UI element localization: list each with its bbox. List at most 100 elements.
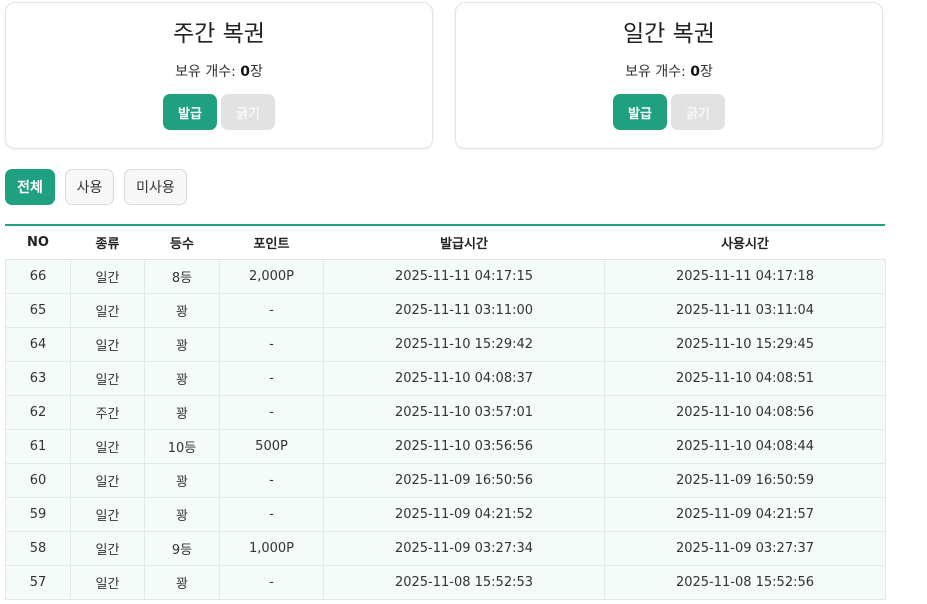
cell-rank: 꽝 <box>144 327 220 362</box>
cell-used-time: 2025-11-10 04:08:56 <box>604 395 886 430</box>
weekly-lottery-card: 주간 복권 보유 개수: 0장 발급 긁기 <box>5 2 433 149</box>
header-issued-time: 발급시간 <box>323 226 605 260</box>
table-row: 63 일간 꽝 - 2025-11-10 04:08:37 2025-11-10… <box>5 361 886 396</box>
cell-type: 일간 <box>70 565 145 600</box>
table-row: 66 일간 8등 2,000P 2025-11-11 04:17:15 2025… <box>5 259 886 294</box>
cell-no: 61 <box>5 429 71 464</box>
cell-type: 일간 <box>70 463 145 498</box>
cell-points: 1,000P <box>219 531 324 566</box>
cell-no: 62 <box>5 395 71 430</box>
table-row: 57 일간 꽝 - 2025-11-08 15:52:53 2025-11-08… <box>5 565 886 600</box>
daily-count-unit: 장 <box>700 64 713 80</box>
daily-count-value: 0 <box>690 64 700 80</box>
cell-points: 2,000P <box>219 259 324 294</box>
header-type: 종류 <box>70 226 145 260</box>
weekly-count-value: 0 <box>240 64 250 80</box>
cell-no: 58 <box>5 531 71 566</box>
daily-count: 보유 개수: 0장 <box>456 62 882 82</box>
cell-issued-time: 2025-11-08 15:52:53 <box>323 565 605 600</box>
cell-rank: 꽝 <box>144 361 220 396</box>
cell-rank: 꽝 <box>144 293 220 328</box>
table-row: 65 일간 꽝 - 2025-11-11 03:11:00 2025-11-11… <box>5 293 886 328</box>
daily-card-actions: 발급 긁기 <box>456 94 882 130</box>
cell-issued-time: 2025-11-09 03:27:34 <box>323 531 605 566</box>
cell-type: 일간 <box>70 361 145 396</box>
cell-points: - <box>219 395 324 430</box>
cell-used-time: 2025-11-10 04:08:44 <box>604 429 886 464</box>
cell-rank: 꽝 <box>144 565 220 600</box>
cell-type: 일간 <box>70 429 145 464</box>
daily-card-title: 일간 복권 <box>623 21 715 47</box>
cell-no: 60 <box>5 463 71 498</box>
weekly-issue-button[interactable]: 발급 <box>163 94 217 130</box>
cell-rank: 9등 <box>144 531 220 566</box>
cell-used-time: 2025-11-09 03:27:37 <box>604 531 886 566</box>
table-header-row: NO 종류 등수 포인트 발급시간 사용시간 <box>5 226 886 260</box>
weekly-count-unit: 장 <box>250 64 263 80</box>
cell-used-time: 2025-11-11 04:17:18 <box>604 259 886 294</box>
cell-rank: 10등 <box>144 429 220 464</box>
cell-issued-time: 2025-11-09 16:50:56 <box>323 463 605 498</box>
daily-scratch-button[interactable]: 긁기 <box>671 94 725 130</box>
filter-all-button[interactable]: 전체 <box>5 169 55 205</box>
cell-points: - <box>219 293 324 328</box>
daily-issue-button[interactable]: 발급 <box>613 94 667 130</box>
cell-rank: 꽝 <box>144 463 220 498</box>
cell-issued-time: 2025-11-10 03:57:01 <box>323 395 605 430</box>
header-rank: 등수 <box>144 226 220 260</box>
cell-points: - <box>219 497 324 532</box>
weekly-scratch-button[interactable]: 긁기 <box>221 94 275 130</box>
cell-type: 일간 <box>70 327 145 362</box>
filter-tabs: 전체 사용 미사용 <box>5 169 187 205</box>
cell-no: 57 <box>5 565 71 600</box>
table-row: 62 주간 꽝 - 2025-11-10 03:57:01 2025-11-10… <box>5 395 886 430</box>
cell-rank: 8등 <box>144 259 220 294</box>
header-no: NO <box>5 226 71 260</box>
table-row: 58 일간 9등 1,000P 2025-11-09 03:27:34 2025… <box>5 531 886 566</box>
cell-used-time: 2025-11-10 15:29:45 <box>604 327 886 362</box>
cell-rank: 꽝 <box>144 395 220 430</box>
cell-used-time: 2025-11-10 04:08:51 <box>604 361 886 396</box>
cell-issued-time: 2025-11-11 04:17:15 <box>323 259 605 294</box>
cell-no: 66 <box>5 259 71 294</box>
lottery-history-table: NO 종류 등수 포인트 발급시간 사용시간 66 일간 8등 2,000P 2… <box>5 224 886 600</box>
cell-issued-time: 2025-11-10 04:08:37 <box>323 361 605 396</box>
filter-used-button[interactable]: 사용 <box>65 169 114 205</box>
cell-type: 주간 <box>70 395 145 430</box>
cell-no: 65 <box>5 293 71 328</box>
cell-issued-time: 2025-11-10 03:56:56 <box>323 429 605 464</box>
cell-points: 500P <box>219 429 324 464</box>
cell-points: - <box>219 463 324 498</box>
cell-type: 일간 <box>70 293 145 328</box>
weekly-count-label: 보유 개수: <box>175 64 241 80</box>
cell-no: 59 <box>5 497 71 532</box>
table-row: 60 일간 꽝 - 2025-11-09 16:50:56 2025-11-09… <box>5 463 886 498</box>
cell-type: 일간 <box>70 531 145 566</box>
cell-used-time: 2025-11-08 15:52:56 <box>604 565 886 600</box>
cell-points: - <box>219 361 324 396</box>
cell-used-time: 2025-11-09 04:21:57 <box>604 497 886 532</box>
table-row: 64 일간 꽝 - 2025-11-10 15:29:42 2025-11-10… <box>5 327 886 362</box>
cell-type: 일간 <box>70 497 145 532</box>
table-row: 59 일간 꽝 - 2025-11-09 04:21:52 2025-11-09… <box>5 497 886 532</box>
cell-points: - <box>219 565 324 600</box>
weekly-count: 보유 개수: 0장 <box>6 62 432 82</box>
daily-lottery-card: 일간 복권 보유 개수: 0장 발급 긁기 <box>455 2 883 149</box>
daily-count-label: 보유 개수: <box>625 64 691 80</box>
cell-points: - <box>219 327 324 362</box>
filter-unused-button[interactable]: 미사용 <box>124 169 187 205</box>
table-row: 61 일간 10등 500P 2025-11-10 03:56:56 2025-… <box>5 429 886 464</box>
cell-used-time: 2025-11-11 03:11:04 <box>604 293 886 328</box>
cell-issued-time: 2025-11-09 04:21:52 <box>323 497 605 532</box>
cell-type: 일간 <box>70 259 145 294</box>
weekly-card-actions: 발급 긁기 <box>6 94 432 130</box>
cell-no: 63 <box>5 361 71 396</box>
cell-issued-time: 2025-11-10 15:29:42 <box>323 327 605 362</box>
cell-issued-time: 2025-11-11 03:11:00 <box>323 293 605 328</box>
cell-no: 64 <box>5 327 71 362</box>
cell-used-time: 2025-11-09 16:50:59 <box>604 463 886 498</box>
header-used-time: 사용시간 <box>604 226 886 260</box>
cell-rank: 꽝 <box>144 497 220 532</box>
weekly-card-title: 주간 복권 <box>173 21 265 47</box>
header-points: 포인트 <box>219 226 324 260</box>
